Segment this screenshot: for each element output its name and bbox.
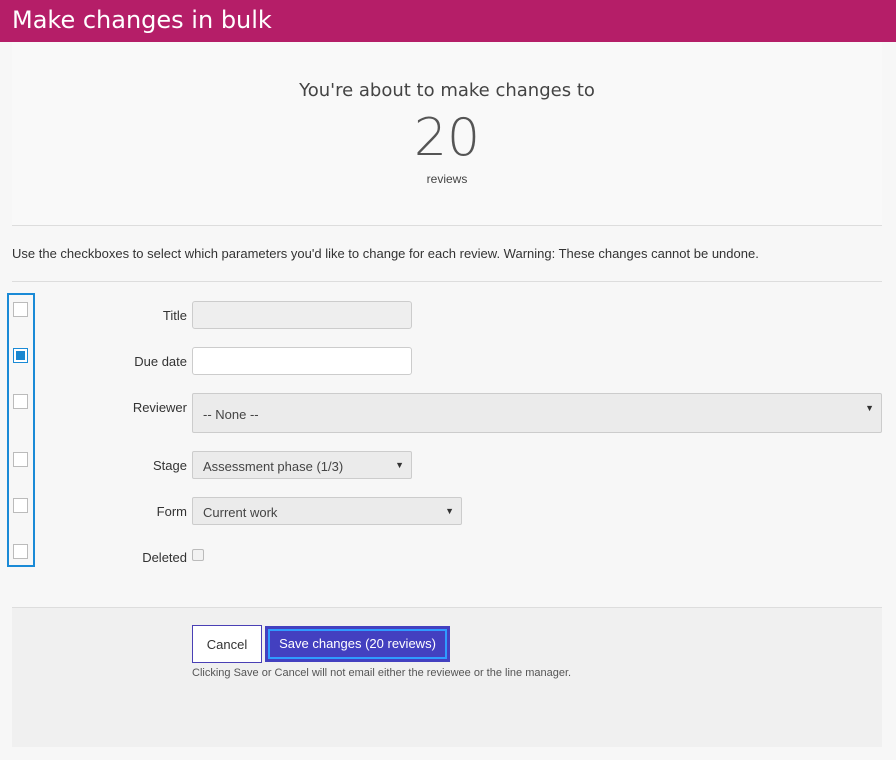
summary-panel: You're about to make changes to 20 revie… bbox=[12, 42, 882, 225]
form-selected: Current work bbox=[203, 505, 278, 520]
review-count: 20 bbox=[413, 108, 481, 168]
enable-checkbox-column bbox=[7, 293, 35, 567]
cancel-button[interactable]: Cancel bbox=[192, 625, 262, 663]
reviewer-selected: -- None -- bbox=[203, 407, 259, 422]
deleted-checkbox[interactable] bbox=[192, 549, 204, 561]
deleted-label: Deleted bbox=[142, 550, 187, 565]
instructions-text: Use the checkboxes to select which param… bbox=[12, 246, 759, 261]
save-changes-label: Save changes (20 reviews) bbox=[268, 629, 447, 659]
reviewer-select[interactable]: -- None -- ▼ bbox=[192, 393, 882, 433]
title-input[interactable] bbox=[192, 301, 412, 329]
chevron-down-icon: ▼ bbox=[395, 460, 404, 470]
stage-select[interactable]: Assessment phase (1/3) ▼ bbox=[192, 451, 412, 479]
save-changes-button[interactable]: Save changes (20 reviews) bbox=[265, 626, 450, 662]
reviewer-label: Reviewer bbox=[132, 400, 187, 415]
footer-note: Clicking Save or Cancel will not email e… bbox=[192, 667, 572, 679]
form-label: Form bbox=[156, 504, 187, 519]
page-header: Make changes in bulk bbox=[0, 0, 896, 42]
divider bbox=[12, 281, 882, 282]
chevron-down-icon: ▼ bbox=[865, 403, 874, 413]
page-title: Make changes in bulk bbox=[12, 6, 272, 34]
title-label: Title bbox=[162, 308, 187, 323]
chevron-down-icon: ▼ bbox=[445, 506, 454, 516]
summary-lead: You're about to make changes to bbox=[299, 80, 595, 101]
divider bbox=[12, 225, 882, 226]
stage-selected: Assessment phase (1/3) bbox=[203, 459, 344, 474]
review-count-unit: reviews bbox=[426, 172, 468, 186]
form-select[interactable]: Current work ▼ bbox=[192, 497, 462, 525]
due-date-label: Due date bbox=[134, 354, 187, 369]
stage-label: Stage bbox=[153, 458, 187, 473]
due-date-input[interactable] bbox=[192, 347, 412, 375]
